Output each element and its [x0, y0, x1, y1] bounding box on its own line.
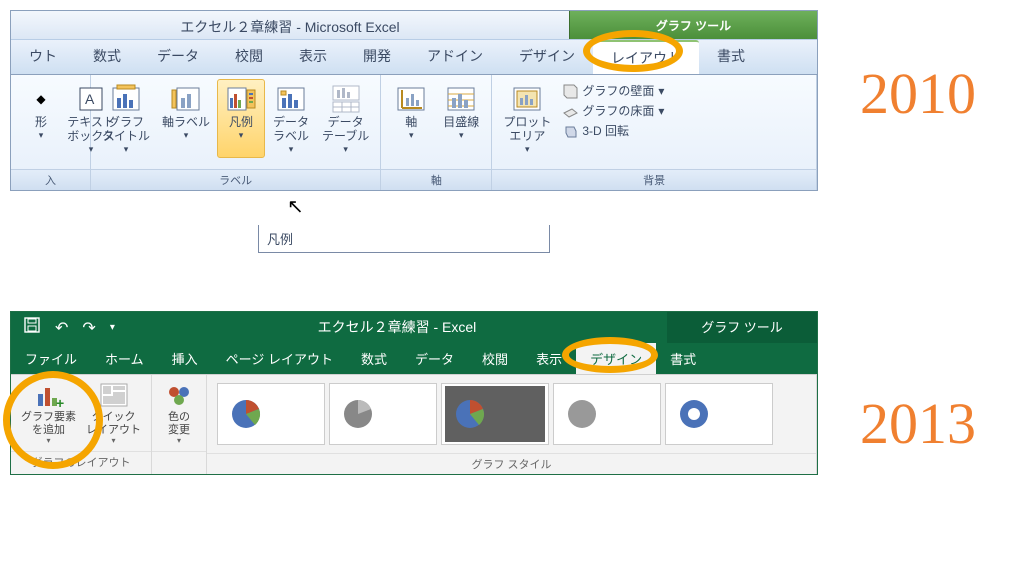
tab-format-2010[interactable]: 書式: [699, 40, 763, 74]
group-label-labels: ラベル: [91, 169, 380, 190]
group-label-chart-layouts: グラフのレイアウト: [11, 451, 151, 472]
tab-home-2013[interactable]: ホーム: [91, 343, 158, 374]
axis-titles-button[interactable]: 軸ラベル▾: [157, 79, 215, 158]
group-chart-layouts-2013: + グラフ要素 を追加▾ クイック レイアウト▾ グラフのレイアウト: [11, 375, 152, 474]
chart-style-thumb[interactable]: [553, 383, 661, 445]
quick-layout-button[interactable]: クイック レイアウト▾: [82, 379, 145, 447]
tab-insert-2013[interactable]: 挿入: [158, 343, 212, 374]
chart-title-icon: [109, 82, 143, 116]
tab-review[interactable]: 校閲: [217, 40, 281, 74]
add-chart-element-button[interactable]: + グラフ要素 を追加▾: [17, 379, 80, 447]
rotation-3d-icon: [562, 123, 578, 139]
tab-format-2013[interactable]: 書式: [656, 343, 710, 374]
chart-tools-tab-group-2013: グラフ ツール: [667, 312, 817, 343]
group-label-axes: 軸: [381, 169, 491, 190]
shape-icon: ◆: [24, 82, 58, 116]
chart-wall-button[interactable]: グラフの壁面▾: [558, 81, 668, 100]
group-label-chart-styles: グラフ スタイル: [207, 453, 816, 474]
group-change-colors: 色の 変更▾: [152, 375, 207, 474]
chart-floor-icon: [562, 103, 578, 119]
ribbon-tabs-2013: ファイル ホーム 挿入 ページ レイアウト 数式 データ 校閲 表示 デザイン …: [11, 343, 817, 374]
data-table-button[interactable]: データ テーブル▾: [317, 79, 374, 158]
group-label-background: 背景: [492, 169, 816, 190]
group-labels-2010: グラフ タイトル▾ 軸ラベル▾ 凡例▾: [91, 75, 381, 190]
year-label-2013: 2013: [860, 390, 976, 457]
chart-style-thumb[interactable]: [217, 383, 325, 445]
group-label-colors: [152, 451, 206, 468]
mouse-cursor-icon: ↖: [287, 194, 304, 219]
excel-2010-ribbon: エクセル２章練習 - Microsoft Excel グラフ ツール ウト 数式…: [10, 10, 818, 191]
tab-design-2010[interactable]: デザイン: [501, 40, 593, 74]
axes-icon: [394, 82, 428, 116]
tab-developer[interactable]: 開発: [345, 40, 409, 74]
data-table-icon: [329, 82, 363, 116]
chart-tools-tab-group-2010: グラフ ツール: [569, 11, 817, 39]
tab-review-2013[interactable]: 校閲: [468, 343, 522, 374]
change-colors-icon: [162, 381, 196, 411]
chart-style-gallery[interactable]: [213, 379, 810, 449]
change-colors-button[interactable]: 色の 変更▾: [158, 379, 200, 447]
gridlines-button[interactable]: 目盛線▾: [437, 79, 485, 144]
data-labels-button[interactable]: データ ラベル▾: [267, 79, 315, 158]
gridlines-icon: [444, 82, 478, 116]
tab-addins[interactable]: アドイン: [409, 40, 501, 74]
tab-pagelayout-2013[interactable]: ページ レイアウト: [212, 343, 347, 374]
tab-formulas[interactable]: 数式: [75, 40, 139, 74]
tab-view-2013[interactable]: 表示: [522, 343, 576, 374]
chart-style-thumb[interactable]: [329, 383, 437, 445]
tab-data-2013[interactable]: データ: [401, 343, 468, 374]
ribbon-tabs-2010: ウト 数式 データ 校閲 表示 開発 アドイン デザイン レイアウト 書式: [11, 39, 817, 75]
excel-2013-ribbon: ↶ ↷ ▾ エクセル２章練習 - Excel グラフ ツール ファイル ホーム …: [10, 311, 818, 475]
save-icon[interactable]: [23, 316, 41, 339]
tab-formulas-2013[interactable]: 数式: [347, 343, 401, 374]
chart-style-thumb[interactable]: [665, 383, 773, 445]
chart-wall-icon: [562, 83, 578, 99]
quick-layout-icon: [97, 381, 131, 411]
chart-title-button[interactable]: グラフ タイトル▾: [97, 79, 155, 158]
rotation-3d-button[interactable]: 3-D 回転: [558, 121, 668, 140]
qat-customize-icon[interactable]: ▾: [110, 322, 115, 333]
axis-title-icon: [169, 82, 203, 116]
svg-text:+: +: [56, 395, 64, 410]
data-labels-icon: [274, 82, 308, 116]
group-insert-2010: ◆ 形▾ A テキスト ボックス▾ 入: [11, 75, 91, 190]
plot-area-button[interactable]: プロット エリア▾: [498, 79, 556, 158]
group-label-insert: 入: [11, 169, 90, 190]
tab-data[interactable]: データ: [139, 40, 217, 74]
plot-area-icon: [510, 82, 544, 116]
window-title-2010: エクセル２章練習 - Microsoft Excel: [11, 11, 569, 39]
tab-design-2013[interactable]: デザイン: [576, 343, 656, 374]
add-chart-element-icon: +: [32, 381, 66, 411]
quick-access-toolbar: ↶ ↷ ▾: [11, 312, 127, 343]
window-title-2013: エクセル２章練習 - Excel: [127, 312, 667, 343]
chart-style-thumb[interactable]: [441, 383, 549, 445]
legend-tooltip-strip: 凡例: [258, 225, 550, 253]
legend-icon: [224, 82, 258, 116]
undo-icon[interactable]: ↶: [55, 318, 68, 338]
tab-view[interactable]: 表示: [281, 40, 345, 74]
tab-layout-partial[interactable]: ウト: [11, 40, 75, 74]
year-label-2010: 2010: [860, 60, 976, 127]
axes-button[interactable]: 軸▾: [387, 79, 435, 144]
group-chart-styles-2013: グラフ スタイル: [207, 375, 817, 474]
shapes-button-fragment[interactable]: ◆ 形▾: [17, 79, 65, 158]
tab-chart-layout-2010[interactable]: レイアウト: [593, 40, 699, 74]
redo-icon[interactable]: ↷: [82, 318, 95, 338]
chart-floor-button[interactable]: グラフの床面▾: [558, 101, 668, 120]
tab-file-2013[interactable]: ファイル: [11, 343, 91, 374]
group-axes-2010: 軸▾ 目盛線▾ 軸: [381, 75, 492, 190]
legend-button[interactable]: 凡例▾: [217, 79, 265, 158]
group-background-2010: プロット エリア▾ グラフの壁面▾: [492, 75, 817, 190]
